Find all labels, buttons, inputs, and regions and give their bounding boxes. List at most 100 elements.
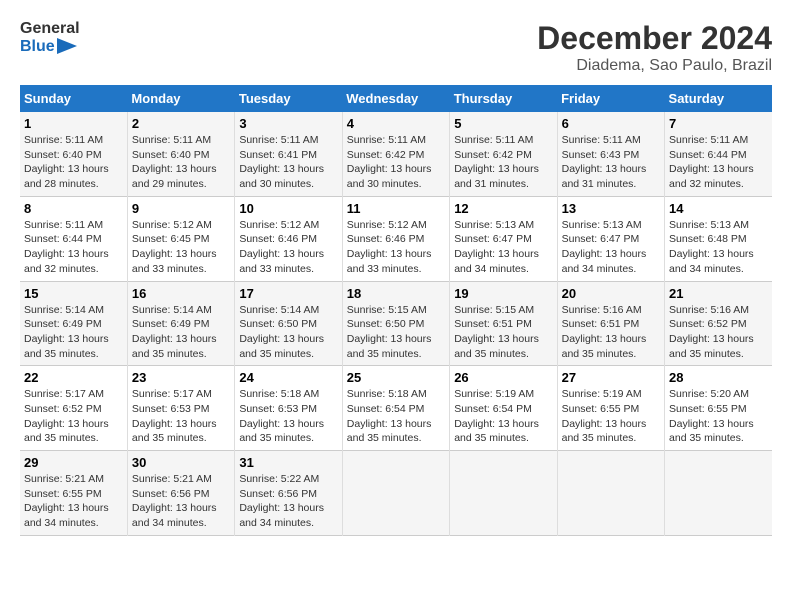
calendar-cell: 6 Sunrise: 5:11 AM Sunset: 6:43 PM Dayli…: [557, 112, 664, 196]
day-info: Sunrise: 5:15 AM Sunset: 6:51 PM Dayligh…: [454, 303, 552, 362]
weekday-header-friday: Friday: [557, 85, 664, 112]
day-number: 25: [347, 370, 445, 385]
day-number: 11: [347, 201, 445, 216]
day-number: 14: [669, 201, 768, 216]
day-info: Sunrise: 5:11 AM Sunset: 6:42 PM Dayligh…: [347, 133, 445, 192]
day-info: Sunrise: 5:22 AM Sunset: 6:56 PM Dayligh…: [239, 472, 337, 531]
day-number: 3: [239, 116, 337, 131]
day-info: Sunrise: 5:12 AM Sunset: 6:46 PM Dayligh…: [347, 218, 445, 277]
day-info: Sunrise: 5:13 AM Sunset: 6:48 PM Dayligh…: [669, 218, 768, 277]
day-info: Sunrise: 5:11 AM Sunset: 6:42 PM Dayligh…: [454, 133, 552, 192]
day-number: 18: [347, 286, 445, 301]
day-info: Sunrise: 5:16 AM Sunset: 6:51 PM Dayligh…: [562, 303, 660, 362]
calendar-cell: 24 Sunrise: 5:18 AM Sunset: 6:53 PM Dayl…: [235, 366, 342, 451]
day-info: Sunrise: 5:13 AM Sunset: 6:47 PM Dayligh…: [454, 218, 552, 277]
calendar-cell: 17 Sunrise: 5:14 AM Sunset: 6:50 PM Dayl…: [235, 281, 342, 366]
calendar-cell: 4 Sunrise: 5:11 AM Sunset: 6:42 PM Dayli…: [342, 112, 449, 196]
title-area: December 2024 Diadema, Sao Paulo, Brazil: [537, 20, 772, 75]
day-info: Sunrise: 5:18 AM Sunset: 6:54 PM Dayligh…: [347, 387, 445, 446]
day-info: Sunrise: 5:16 AM Sunset: 6:52 PM Dayligh…: [669, 303, 768, 362]
calendar-cell: 18 Sunrise: 5:15 AM Sunset: 6:50 PM Dayl…: [342, 281, 449, 366]
calendar-cell: 31 Sunrise: 5:22 AM Sunset: 6:56 PM Dayl…: [235, 451, 342, 536]
day-number: 24: [239, 370, 337, 385]
day-number: 1: [24, 116, 123, 131]
month-title: December 2024: [537, 20, 772, 57]
calendar-header: SundayMondayTuesdayWednesdayThursdayFrid…: [20, 85, 772, 112]
calendar-cell: 10 Sunrise: 5:12 AM Sunset: 6:46 PM Dayl…: [235, 196, 342, 281]
calendar-cell: 28 Sunrise: 5:20 AM Sunset: 6:55 PM Dayl…: [665, 366, 772, 451]
day-number: 29: [24, 455, 123, 470]
page-header: General Blue December 2024 Diadema, Sao …: [20, 20, 772, 75]
calendar-cell: 23 Sunrise: 5:17 AM Sunset: 6:53 PM Dayl…: [127, 366, 234, 451]
calendar-cell: [557, 451, 664, 536]
calendar-cell: 11 Sunrise: 5:12 AM Sunset: 6:46 PM Dayl…: [342, 196, 449, 281]
weekday-header-wednesday: Wednesday: [342, 85, 449, 112]
calendar-cell: 7 Sunrise: 5:11 AM Sunset: 6:44 PM Dayli…: [665, 112, 772, 196]
day-info: Sunrise: 5:21 AM Sunset: 6:55 PM Dayligh…: [24, 472, 123, 531]
day-info: Sunrise: 5:14 AM Sunset: 6:49 PM Dayligh…: [24, 303, 123, 362]
weekday-header-monday: Monday: [127, 85, 234, 112]
day-number: 17: [239, 286, 337, 301]
day-info: Sunrise: 5:11 AM Sunset: 6:44 PM Dayligh…: [669, 133, 768, 192]
day-number: 16: [132, 286, 230, 301]
day-number: 23: [132, 370, 230, 385]
logo-line1: General: [20, 20, 80, 38]
day-number: 26: [454, 370, 552, 385]
calendar-cell: 13 Sunrise: 5:13 AM Sunset: 6:47 PM Dayl…: [557, 196, 664, 281]
calendar-cell: 16 Sunrise: 5:14 AM Sunset: 6:49 PM Dayl…: [127, 281, 234, 366]
day-info: Sunrise: 5:12 AM Sunset: 6:46 PM Dayligh…: [239, 218, 337, 277]
weekday-header-saturday: Saturday: [665, 85, 772, 112]
calendar-cell: 3 Sunrise: 5:11 AM Sunset: 6:41 PM Dayli…: [235, 112, 342, 196]
calendar-cell: [342, 451, 449, 536]
calendar-cell: 1 Sunrise: 5:11 AM Sunset: 6:40 PM Dayli…: [20, 112, 127, 196]
calendar-week-4: 22 Sunrise: 5:17 AM Sunset: 6:52 PM Dayl…: [20, 366, 772, 451]
day-number: 31: [239, 455, 337, 470]
location: Diadema, Sao Paulo, Brazil: [537, 57, 772, 75]
logo-line2: Blue: [20, 38, 80, 56]
day-number: 28: [669, 370, 768, 385]
day-number: 4: [347, 116, 445, 131]
day-info: Sunrise: 5:17 AM Sunset: 6:53 PM Dayligh…: [132, 387, 230, 446]
day-number: 12: [454, 201, 552, 216]
day-number: 30: [132, 455, 230, 470]
weekday-header-thursday: Thursday: [450, 85, 557, 112]
day-number: 19: [454, 286, 552, 301]
day-info: Sunrise: 5:19 AM Sunset: 6:55 PM Dayligh…: [562, 387, 660, 446]
calendar-table: SundayMondayTuesdayWednesdayThursdayFrid…: [20, 85, 772, 536]
calendar-cell: 25 Sunrise: 5:18 AM Sunset: 6:54 PM Dayl…: [342, 366, 449, 451]
calendar-week-2: 8 Sunrise: 5:11 AM Sunset: 6:44 PM Dayli…: [20, 196, 772, 281]
day-number: 22: [24, 370, 123, 385]
calendar-cell: 9 Sunrise: 5:12 AM Sunset: 6:45 PM Dayli…: [127, 196, 234, 281]
weekday-header-sunday: Sunday: [20, 85, 127, 112]
weekday-row: SundayMondayTuesdayWednesdayThursdayFrid…: [20, 85, 772, 112]
day-info: Sunrise: 5:14 AM Sunset: 6:50 PM Dayligh…: [239, 303, 337, 362]
day-number: 2: [132, 116, 230, 131]
day-info: Sunrise: 5:11 AM Sunset: 6:40 PM Dayligh…: [24, 133, 123, 192]
calendar-cell: 26 Sunrise: 5:19 AM Sunset: 6:54 PM Dayl…: [450, 366, 557, 451]
day-number: 27: [562, 370, 660, 385]
day-info: Sunrise: 5:20 AM Sunset: 6:55 PM Dayligh…: [669, 387, 768, 446]
calendar-cell: 15 Sunrise: 5:14 AM Sunset: 6:49 PM Dayl…: [20, 281, 127, 366]
day-number: 10: [239, 201, 337, 216]
day-number: 13: [562, 201, 660, 216]
calendar-cell: 20 Sunrise: 5:16 AM Sunset: 6:51 PM Dayl…: [557, 281, 664, 366]
calendar-week-3: 15 Sunrise: 5:14 AM Sunset: 6:49 PM Dayl…: [20, 281, 772, 366]
day-info: Sunrise: 5:15 AM Sunset: 6:50 PM Dayligh…: [347, 303, 445, 362]
calendar-body: 1 Sunrise: 5:11 AM Sunset: 6:40 PM Dayli…: [20, 112, 772, 535]
calendar-week-1: 1 Sunrise: 5:11 AM Sunset: 6:40 PM Dayli…: [20, 112, 772, 196]
calendar-cell: 30 Sunrise: 5:21 AM Sunset: 6:56 PM Dayl…: [127, 451, 234, 536]
calendar-cell: 5 Sunrise: 5:11 AM Sunset: 6:42 PM Dayli…: [450, 112, 557, 196]
day-number: 9: [132, 201, 230, 216]
day-number: 8: [24, 201, 123, 216]
calendar-cell: 29 Sunrise: 5:21 AM Sunset: 6:55 PM Dayl…: [20, 451, 127, 536]
calendar-cell: 19 Sunrise: 5:15 AM Sunset: 6:51 PM Dayl…: [450, 281, 557, 366]
day-info: Sunrise: 5:11 AM Sunset: 6:40 PM Dayligh…: [132, 133, 230, 192]
day-number: 20: [562, 286, 660, 301]
day-number: 15: [24, 286, 123, 301]
day-info: Sunrise: 5:19 AM Sunset: 6:54 PM Dayligh…: [454, 387, 552, 446]
day-number: 21: [669, 286, 768, 301]
day-number: 5: [454, 116, 552, 131]
logo-text-area: General Blue: [20, 20, 80, 55]
day-info: Sunrise: 5:14 AM Sunset: 6:49 PM Dayligh…: [132, 303, 230, 362]
weekday-header-tuesday: Tuesday: [235, 85, 342, 112]
